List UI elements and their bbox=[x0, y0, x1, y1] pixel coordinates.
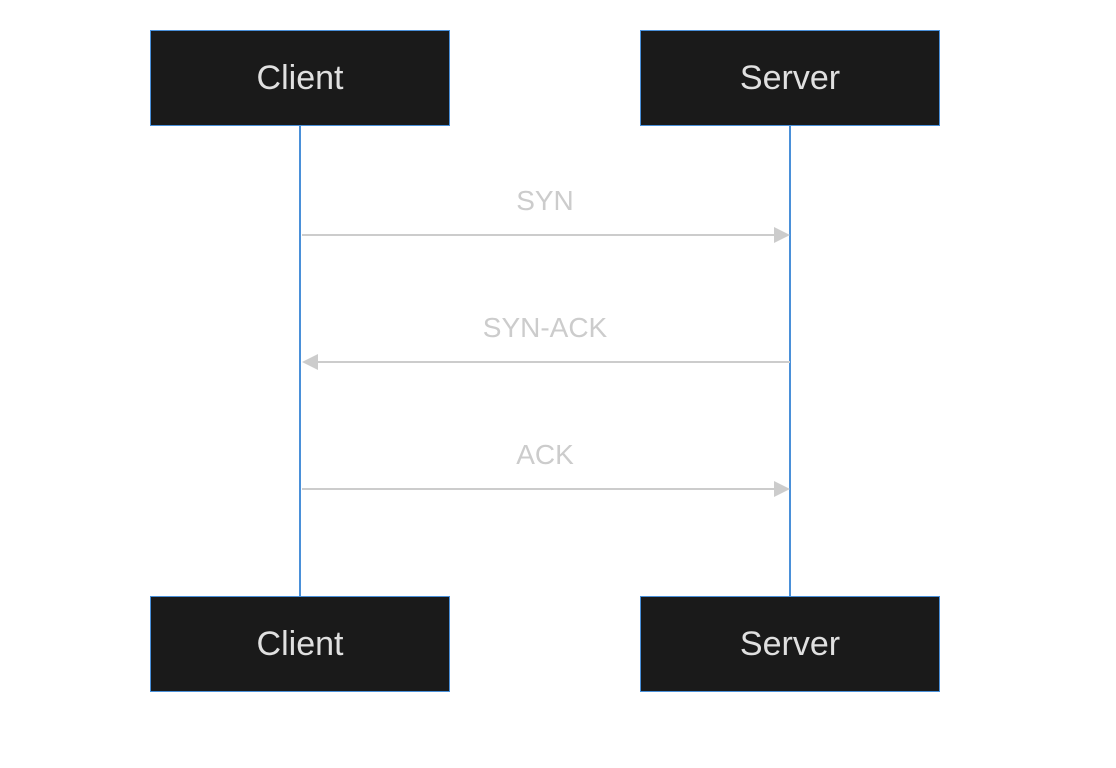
message-label-syn: SYN bbox=[300, 185, 790, 217]
participant-label: Client bbox=[257, 625, 344, 664]
participant-label: Client bbox=[257, 59, 344, 98]
participant-label: Server bbox=[740, 625, 840, 664]
participant-server-top: Server bbox=[640, 30, 940, 126]
sequence-diagram: Client Server SYN SYN-ACK ACK Client Ser… bbox=[0, 0, 1116, 768]
arrow-head-icon bbox=[774, 227, 790, 243]
message-arrow-ack bbox=[302, 488, 776, 490]
participant-label: Server bbox=[740, 59, 840, 98]
arrow-head-icon bbox=[302, 354, 318, 370]
arrow-head-icon bbox=[774, 481, 790, 497]
message-arrow-syn bbox=[302, 234, 776, 236]
participant-client-bottom: Client bbox=[150, 596, 450, 692]
message-label-ack: ACK bbox=[300, 439, 790, 471]
message-label-synack: SYN-ACK bbox=[300, 312, 790, 344]
participant-client-top: Client bbox=[150, 30, 450, 126]
message-arrow-synack bbox=[316, 361, 790, 363]
participant-server-bottom: Server bbox=[640, 596, 940, 692]
